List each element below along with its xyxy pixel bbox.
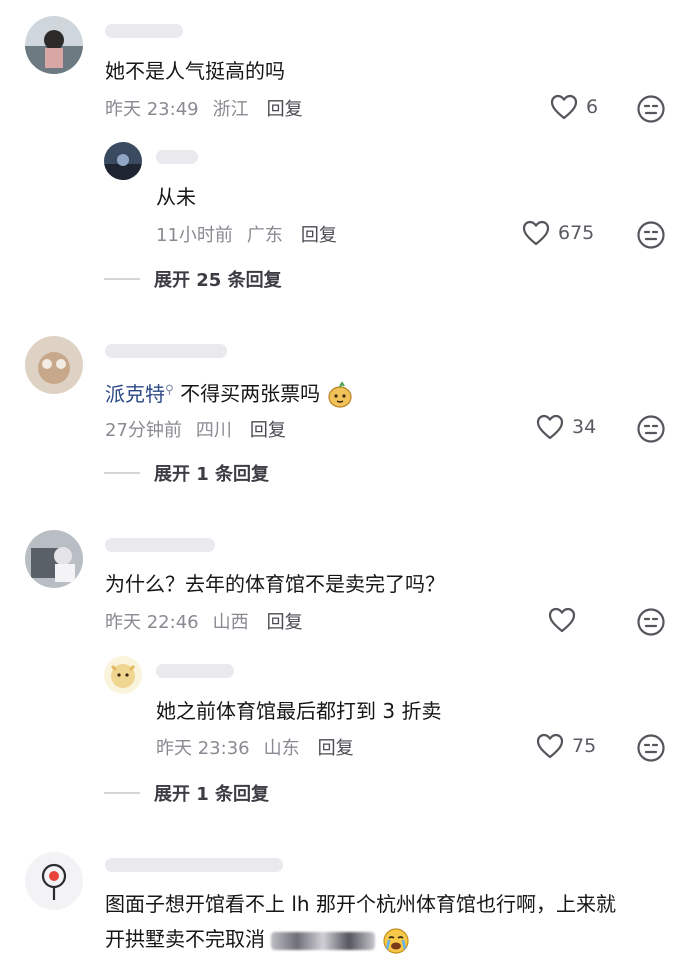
timestamp: 昨天 23:36 [156,738,250,759]
like-button[interactable]: 6 [550,94,598,120]
reply-username-redacted[interactable] [156,150,198,164]
comment-text-line-2-body: 开拱墅卖不完取消 [105,927,265,951]
avatar[interactable] [25,16,83,74]
reply-text: 她之前体育馆最后都打到 3 折卖 [156,699,442,723]
expand-label: 展开 25 条回复 [154,270,282,291]
reply-avatar[interactable] [104,142,142,180]
like-count: 34 [572,416,597,438]
username-redacted[interactable] [105,538,215,552]
timestamp: 昨天 23:49 [105,99,199,120]
avatar[interactable] [25,530,83,588]
like-button[interactable]: 75 [536,733,596,759]
reply-avatar[interactable] [104,656,142,694]
comment-meta: 27分钟前 四川 回复 [105,416,286,442]
reply-meta: 昨天 23:36 山东 回复 [156,734,354,760]
location: 山西 [212,612,249,633]
like-count: 6 [586,96,599,118]
like-count: 675 [558,222,595,244]
username-redacted[interactable] [105,858,283,872]
dislike-face-icon[interactable] [636,733,666,763]
comment-meta: 昨天 22:46 山西 回复 [105,608,303,634]
divider [104,792,140,794]
redacted-text [271,931,376,950]
reply-meta: 11小时前 广东 回复 [156,221,337,247]
crying-emoji-icon [383,927,409,954]
like-button[interactable] [548,607,584,633]
expand-replies-button[interactable]: 展开 1 条回复 [104,460,269,486]
heart-icon [536,414,564,440]
reply-button[interactable]: 回复 [267,608,303,634]
reply-text: 从未 [156,185,196,209]
mention-name: 派克特 [105,381,165,406]
expand-replies-button[interactable]: 展开 25 条回复 [104,266,282,292]
like-button[interactable]: 34 [536,414,596,440]
location: 山东 [263,738,300,759]
location: 四川 [195,420,232,441]
comment-text-line-1: 图面子想开馆看不上 lh 那开个杭州体育馆也行啊，上来就 [105,892,616,916]
username-redacted[interactable] [105,344,227,358]
timestamp: 11小时前 [156,225,233,246]
comment-text-line-2: 开拱墅卖不完取消 [105,925,410,955]
divider [104,472,140,474]
avatar[interactable] [25,336,83,394]
timestamp: 昨天 22:46 [105,612,199,633]
search-mark-icon: ⚲ [165,382,174,396]
dislike-face-icon[interactable] [636,94,666,124]
comment-text-body: 不得买两张票吗 [180,381,321,406]
heart-icon [522,220,550,246]
timestamp: 27分钟前 [105,420,182,441]
emoji-icon [327,382,352,408]
heart-icon [550,94,578,120]
expand-label: 展开 1 条回复 [154,784,270,805]
location: 广东 [246,225,283,246]
dislike-face-icon[interactable] [636,607,666,637]
location: 浙江 [212,99,249,120]
reply-button[interactable]: 回复 [318,734,354,760]
dislike-face-icon[interactable] [636,220,666,250]
comment-text: 她不是人气挺高的吗 [105,59,285,83]
reply-button[interactable]: 回复 [267,95,303,121]
expand-replies-button[interactable]: 展开 1 条回复 [104,780,269,806]
comment-text: 为什么？去年的体育馆不是卖完了吗？ [105,572,445,596]
mention-link[interactable]: 派克特⚲ [105,382,174,406]
divider [104,278,140,280]
heart-icon [536,733,564,759]
reply-button[interactable]: 回复 [250,416,286,442]
heart-icon [548,607,576,633]
comment-text: 派克特⚲ 不得买两张票吗 [105,375,353,408]
expand-label: 展开 1 条回复 [154,464,270,485]
like-button[interactable]: 675 [522,220,594,246]
avatar[interactable] [25,852,83,910]
reply-button[interactable]: 回复 [301,221,337,247]
reply-username-redacted[interactable] [156,664,234,678]
like-count: 75 [572,735,597,757]
username-redacted[interactable] [105,24,183,38]
dislike-face-icon[interactable] [636,414,666,444]
comment-meta: 昨天 23:49 浙江 回复 [105,95,303,121]
